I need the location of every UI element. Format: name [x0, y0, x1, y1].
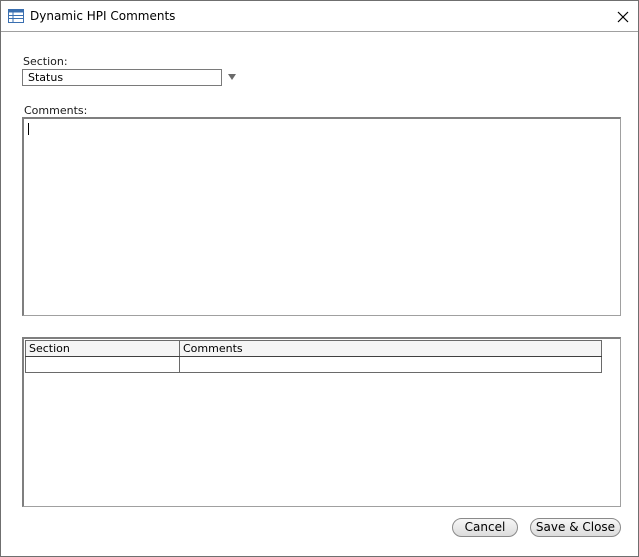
close-icon[interactable]	[613, 7, 633, 27]
table-header-row: Section Comments	[25, 340, 602, 357]
save-close-button[interactable]: Save & Close	[530, 518, 621, 537]
section-select[interactable]: Status	[22, 69, 222, 86]
table-cell-comments[interactable]	[179, 356, 602, 373]
table-cell-section[interactable]	[25, 356, 180, 373]
table-row[interactable]	[25, 356, 602, 373]
cancel-button[interactable]: Cancel	[452, 518, 518, 537]
comments-textarea[interactable]	[22, 117, 621, 316]
window-title: Dynamic HPI Comments	[30, 9, 176, 23]
comments-table: Section Comments	[25, 340, 602, 373]
comments-grid[interactable]: Section Comments	[22, 337, 621, 507]
dialog-window: Dynamic HPI Comments Section: Status Com…	[0, 0, 639, 557]
chevron-down-icon[interactable]	[226, 70, 238, 84]
column-header-section[interactable]: Section	[25, 340, 180, 357]
section-label: Section:	[23, 55, 68, 68]
column-header-comments[interactable]: Comments	[179, 340, 602, 357]
text-caret	[28, 123, 29, 135]
table-window-icon	[8, 9, 24, 23]
title-bar[interactable]: Dynamic HPI Comments	[1, 1, 638, 32]
comments-label: Comments:	[24, 104, 88, 117]
